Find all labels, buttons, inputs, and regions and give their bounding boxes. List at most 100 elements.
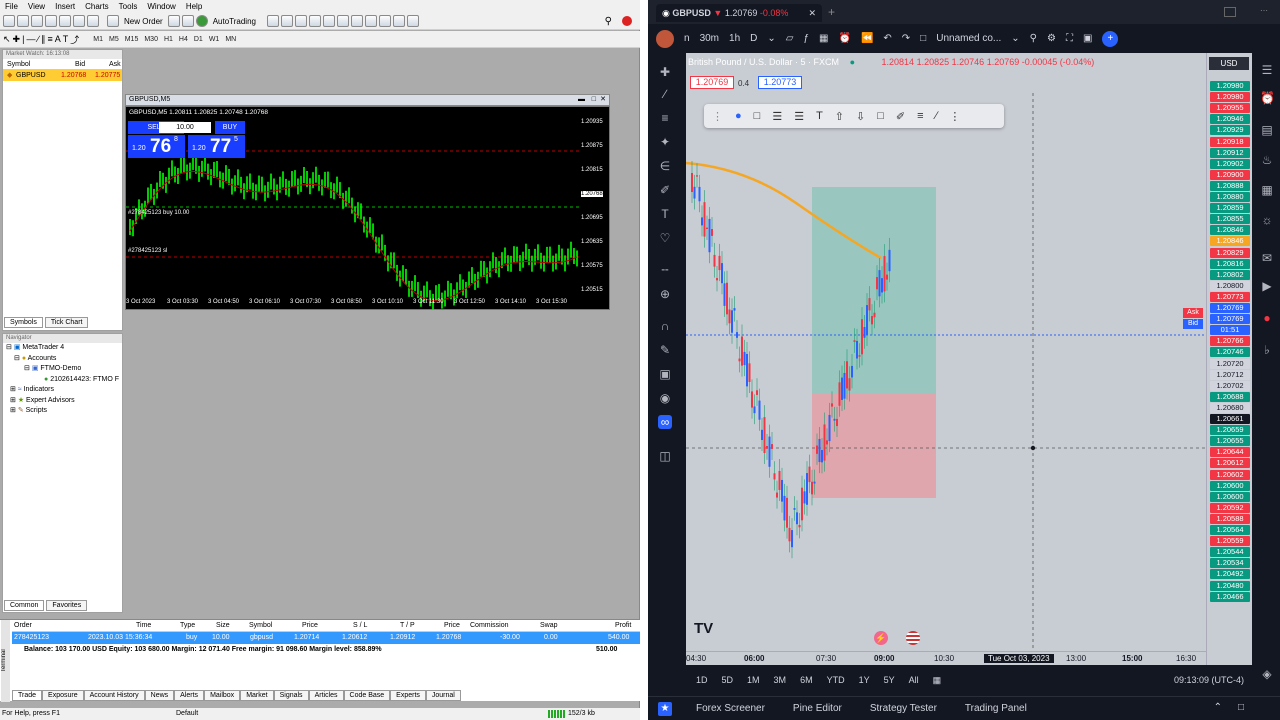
tv-price-axis[interactable]: USD 1.20980 1.20980 1.20955 1.20946 1.20929 1… (1206, 53, 1252, 665)
calendar-icon[interactable]: ▦ (1260, 183, 1274, 197)
range-5y[interactable]: 5Y (884, 675, 895, 685)
ruler-icon[interactable]: ╌ (658, 263, 672, 277)
tv-time-axis[interactable]: 04:30 06:00 07:30 09:00 10:30 Tue Oct 03, 202… (686, 651, 1206, 665)
ideas-icon[interactable]: ☼ (1260, 213, 1274, 227)
buy-price-box[interactable]: 1.20 77 5 (188, 135, 245, 158)
tf-w1[interactable]: W1 (207, 36, 222, 43)
camera-icon[interactable]: ▣ (1083, 33, 1092, 44)
tf-d[interactable]: D (750, 33, 757, 44)
tv-chart-pane[interactable]: British Pound / U.S. Dollar · 5 · FXCM ●… (685, 53, 1206, 665)
line-tool-icon[interactable]: ∕ (936, 110, 938, 122)
zoom-out-icon[interactable] (322, 15, 335, 27)
new-chart-icon[interactable] (3, 15, 15, 27)
col-symbol[interactable]: Symbol (7, 59, 30, 70)
minimize-icon[interactable]: ▬ (578, 95, 585, 105)
layout-name[interactable]: Unnamed co... (936, 33, 1001, 44)
sl-line-label[interactable]: #278425123 sl (128, 248, 167, 254)
us-flag-icon[interactable] (906, 631, 920, 645)
data-window-icon[interactable]: ▤ (1260, 123, 1274, 137)
window-menu-icon[interactable]: ⋯ (1260, 6, 1268, 15)
buy-button[interactable]: BUY (215, 121, 245, 134)
interval-selector[interactable]: 30m (700, 33, 719, 44)
zoom-in-icon[interactable] (308, 15, 321, 27)
tester-icon[interactable] (87, 15, 99, 27)
footer-forex-screener[interactable]: Forex Screener (696, 703, 765, 714)
legend-symbol-name[interactable]: British Pound / U.S. Dollar · 5 · FXCM (688, 57, 839, 67)
nav-scripts[interactable]: ⊞ ✎ Scripts (6, 406, 122, 417)
indicators-icon[interactable]: ƒ (803, 33, 809, 44)
arrows-icon[interactable]: ⤴ (70, 33, 79, 46)
menu-view[interactable]: View (23, 2, 50, 11)
levels-icon[interactable]: ≡ (917, 110, 923, 122)
col-bid[interactable]: Bid (75, 59, 85, 70)
tf-1h[interactable]: 1h (729, 33, 740, 44)
tab-tick-chart[interactable]: Tick Chart (44, 317, 89, 328)
text-tool-icon[interactable]: T (816, 110, 823, 122)
chart-window-titlebar[interactable]: GBPUSD,M5 ▬ □ ✕ (125, 94, 610, 106)
quick-search-icon[interactable]: ⚲ (1030, 33, 1037, 44)
undo-icon[interactable]: ↶ (883, 33, 891, 44)
templates-icon[interactable]: ▦ (819, 33, 828, 44)
pattern-icon[interactable]: ✦ (658, 135, 672, 149)
text-icon[interactable]: T (658, 207, 672, 221)
market-watch-icon[interactable] (31, 15, 43, 27)
col-size[interactable]: Size (216, 620, 230, 632)
color-dot-icon[interactable]: ● (735, 110, 742, 122)
replay-icon[interactable]: ⏪ (861, 33, 873, 44)
tf-h1[interactable]: H1 (162, 36, 175, 43)
range-6m[interactable]: 6M (800, 675, 813, 685)
nav-server[interactable]: ⊟ ▣ FTMO-Demo (6, 364, 122, 375)
tv-clock[interactable]: 09:13:09 (UTC-4) (1174, 675, 1244, 685)
collapse-chevron-icon[interactable]: ⌃ (1214, 702, 1222, 713)
col-time[interactable]: Time (136, 620, 151, 632)
terminal-icon[interactable] (73, 15, 85, 27)
date-range-icon[interactable]: ▦ (933, 675, 942, 686)
range-3m[interactable]: 3M (774, 675, 787, 685)
candlestick-icon[interactable] (280, 15, 293, 27)
col-order[interactable]: Order (14, 620, 32, 632)
tab-alerts[interactable]: Alerts (174, 690, 205, 701)
tab-news[interactable]: News (144, 690, 175, 701)
menu-window[interactable]: Window (142, 2, 180, 11)
col-price[interactable]: Price (302, 620, 318, 632)
col-sl[interactable]: S / L (353, 620, 367, 632)
redo-icon[interactable]: ↷ (902, 33, 910, 44)
pencil-lock-icon[interactable]: ✎ (658, 343, 672, 357)
signals-icon[interactable] (181, 15, 194, 27)
layers-icon[interactable]: ◈ (1260, 667, 1274, 681)
menu-charts[interactable]: Charts (80, 2, 114, 11)
tab-account-history[interactable]: Account History (83, 690, 145, 701)
table-row[interactable]: 278425123 2023.10.03 15:36:34 buy 10.00 … (12, 632, 640, 644)
lot-size-input[interactable]: 10.00 (159, 122, 211, 133)
channel-icon[interactable]: ∥ (41, 34, 46, 45)
arrow-down-icon[interactable]: ⇩ (856, 110, 865, 123)
tile-windows-icon[interactable] (336, 15, 349, 27)
tab-mailbox[interactable]: Mailbox (204, 690, 241, 701)
profiles-icon[interactable] (17, 15, 29, 27)
tv-browser-tab[interactable]: ◉ GBPUSD ▼ 1.20769 -0.08% ✕ (656, 4, 822, 22)
tf-m15[interactable]: M15 (123, 36, 141, 43)
crosshair-icon[interactable]: ✚ (658, 65, 672, 79)
col-profit[interactable]: Profit (615, 620, 631, 632)
col-commission[interactable]: Commission (470, 620, 509, 632)
tab-exposure[interactable]: Exposure (42, 690, 84, 701)
bar-chart-icon[interactable] (266, 15, 279, 27)
tab-common[interactable]: Common (4, 600, 45, 611)
hotlists-icon[interactable]: ♨ (1260, 153, 1274, 167)
nav-account[interactable]: ● 2102614423: FTMO F (6, 375, 122, 386)
window-restore-icon[interactable] (1224, 7, 1236, 17)
hline-icon[interactable]: — (26, 34, 35, 44)
range-5d[interactable]: 5D (722, 675, 734, 685)
tab-articles[interactable]: Articles (308, 690, 344, 701)
data-window-icon[interactable] (45, 15, 57, 27)
star-icon[interactable]: ★ (658, 702, 672, 716)
label-icon[interactable]: T (63, 34, 69, 44)
col-price-current[interactable]: Price (444, 620, 460, 632)
nav-experts[interactable]: ⊞ ★ Expert Advisors (6, 396, 122, 407)
navigator-icon[interactable] (59, 15, 71, 27)
autotrading-icon[interactable] (195, 15, 208, 27)
pine-icon[interactable]: ● (1260, 311, 1274, 325)
chevron-down-icon[interactable]: ⌄ (767, 33, 775, 44)
streams-icon[interactable]: ▶ (1260, 279, 1274, 293)
autoscroll-icon[interactable] (364, 15, 377, 27)
